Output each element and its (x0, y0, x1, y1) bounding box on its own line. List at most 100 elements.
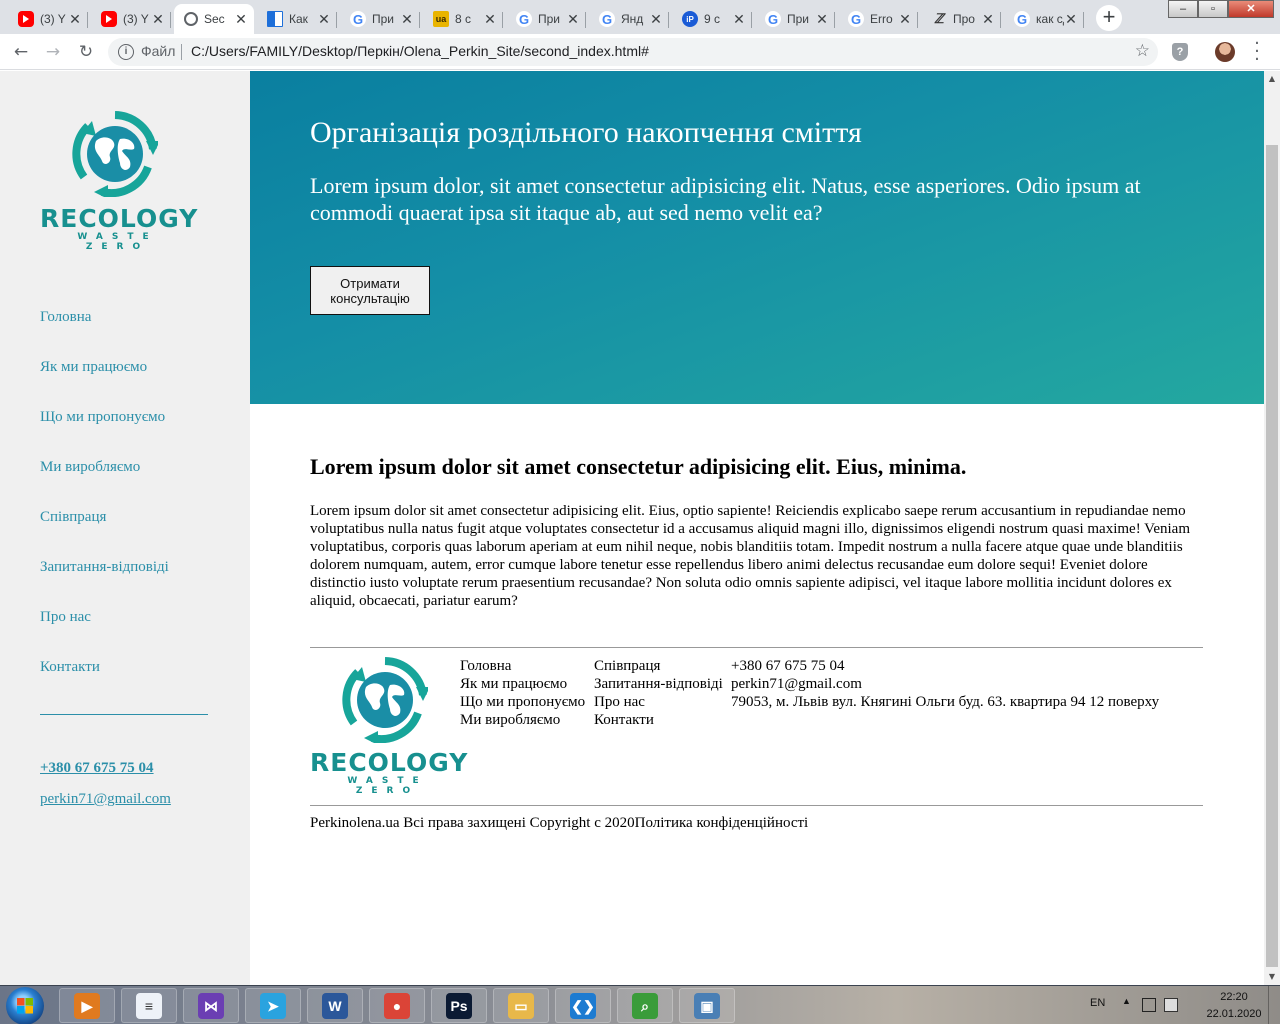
browser-tab[interactable]: ℤ Про ✕ (921, 4, 1001, 34)
footer-link-we-produce[interactable]: Ми виробляємо (460, 711, 585, 729)
taskbar-app-button[interactable]: ⋈ (183, 988, 239, 1023)
google-icon: G (516, 11, 532, 27)
back-arrow-icon[interactable]: ← (10, 41, 32, 63)
language-indicator[interactable]: EN (1090, 997, 1105, 1009)
close-tab-icon[interactable]: ✕ (68, 11, 82, 28)
sidebar-logo[interactable]: RECOLOGY WASTE ZERO (40, 111, 197, 252)
browser-tab[interactable]: (3) Y ✕ (91, 4, 171, 34)
browser-tab-strip: (3) Y ✕ (3) Y ✕ Sec ✕ Как ✕ G При ✕ ua 8 с ✕ G При ✕ G Янд… (0, 0, 1280, 34)
hero-title: Організація роздільного накопчення смітт… (310, 116, 862, 149)
browser-tab[interactable]: ua 8 с ✕ (423, 4, 503, 34)
footer-nav-column-1: Головна Як ми працюємо Що ми пропонуємо … (460, 657, 585, 729)
footer-link-contacts[interactable]: Контакти (594, 711, 723, 729)
close-tab-icon[interactable]: ✕ (815, 11, 829, 28)
browser-tab[interactable]: Sec ✕ (174, 4, 254, 34)
menu-kebab-icon[interactable]: · · · (1252, 35, 1262, 69)
footer-link-how-we-work[interactable]: Як ми працюємо (460, 675, 585, 693)
network-icon[interactable] (1164, 998, 1178, 1012)
address-bar[interactable]: i Файл C:/Users/FAMILY/Desktop/Перкін/Ol… (108, 38, 1158, 66)
close-tab-icon[interactable]: ✕ (649, 11, 663, 28)
clock-date[interactable]: 22.01.2020 (1204, 1008, 1264, 1020)
browser-tab[interactable]: G При ✕ (340, 4, 420, 34)
sidebar-item-contacts[interactable]: Контакти (40, 657, 169, 707)
page-scrollbar[interactable]: ▲ ▼ (1264, 71, 1280, 985)
display-icon[interactable] (1142, 998, 1156, 1012)
show-desktop-button[interactable] (1268, 986, 1280, 1024)
taskbar-app-button[interactable]: ▣ (679, 988, 735, 1023)
footer-email[interactable]: perkin71@gmail.com (731, 675, 1159, 693)
tab-separator (87, 12, 88, 28)
taskbar-app-button[interactable]: ≡ (121, 988, 177, 1023)
sidebar-item-we-produce[interactable]: Ми виробляємо (40, 457, 169, 507)
taskbar-app-button[interactable]: ➤ (245, 988, 301, 1023)
footer-link-faq[interactable]: Запитання-відповіді (594, 675, 723, 693)
browser-tab[interactable]: iP 9 с ✕ (672, 4, 752, 34)
close-tab-icon[interactable]: ✕ (400, 11, 414, 28)
privacy-policy-link[interactable]: Політика конфіденційності (635, 815, 809, 831)
profile-avatar[interactable] (1215, 42, 1235, 62)
footer-logo[interactable]: RECOLOGY WASTE ZERO (310, 657, 469, 796)
info-icon[interactable]: i (118, 44, 134, 60)
minimize-button[interactable]: – (1168, 0, 1198, 18)
taskbar-app-button[interactable]: ⌕ (617, 988, 673, 1023)
new-tab-button[interactable]: + (1096, 5, 1122, 31)
tab-title: Про (953, 12, 975, 26)
footer-link-home[interactable]: Головна (460, 657, 585, 675)
get-consultation-button[interactable]: Отримати консультацію (310, 266, 430, 315)
extension-icon[interactable]: ? (1172, 43, 1188, 61)
logo-brand: RECOLOGY (310, 748, 469, 777)
vscode-icon: ❮❯ (570, 992, 596, 1019)
footer-link-cooperation[interactable]: Співпраця (594, 657, 723, 675)
sidebar-email-link[interactable]: perkin71@gmail.com (40, 791, 171, 808)
forward-arrow-icon[interactable]: → (42, 41, 64, 63)
close-tab-icon[interactable]: ✕ (898, 11, 912, 28)
close-tab-icon[interactable]: ✕ (1064, 11, 1078, 28)
taskbar-app-button[interactable]: ❮❯ (555, 988, 611, 1023)
close-tab-icon[interactable]: ✕ (317, 11, 331, 28)
browser-tab[interactable]: Gкак сде✕ (1004, 4, 1084, 34)
maximize-button[interactable]: ▫ (1198, 0, 1228, 18)
close-tab-icon[interactable]: ✕ (151, 11, 165, 28)
bookmark-star-icon[interactable]: ☆ (1135, 41, 1150, 61)
file-explorer-icon: ▭ (508, 992, 534, 1019)
taskbar-app-button[interactable]: ▭ (493, 988, 549, 1023)
sidebar-item-how-we-work[interactable]: Як ми працюємо (40, 357, 169, 407)
tray-expand-icon[interactable]: ▲ (1122, 996, 1131, 1006)
clock-time[interactable]: 22:20 (1214, 991, 1254, 1003)
close-tab-icon[interactable]: ✕ (566, 11, 580, 28)
taskbar-app-button[interactable]: Ps (431, 988, 487, 1023)
sidebar-item-what-we-offer[interactable]: Що ми пропонуємо (40, 407, 169, 457)
start-button[interactable] (6, 987, 44, 1024)
sidebar-phone-link[interactable]: +380 67 675 75 04 (40, 760, 154, 777)
browser-tab[interactable]: G Erro ✕ (838, 4, 918, 34)
scroll-down-icon[interactable]: ▼ (1264, 969, 1280, 985)
browser-tab[interactable]: (3) Y ✕ (8, 4, 88, 34)
footer-phone[interactable]: +380 67 675 75 04 (731, 657, 1159, 675)
sidebar-item-faq[interactable]: Запитання-відповіді (40, 557, 169, 607)
browser-toolbar: ← → ↻ i Файл C:/Users/FAMILY/Desktop/Пер… (0, 34, 1280, 70)
taskbar-app-button[interactable]: W (307, 988, 363, 1023)
taskbar-app-button[interactable]: ▶ (59, 988, 115, 1023)
footer-link-what-we-offer[interactable]: Що ми пропонуємо (460, 693, 585, 711)
hero-text: Lorem ipsum dolor, sit amet consectetur … (310, 173, 1141, 225)
close-window-button[interactable]: ✕ (1228, 0, 1274, 18)
close-tab-icon[interactable]: ✕ (483, 11, 497, 28)
browser-tab[interactable]: G При ✕ (755, 4, 835, 34)
close-tab-icon[interactable]: ✕ (981, 11, 995, 28)
ip-icon: iP (682, 11, 698, 27)
scroll-up-icon[interactable]: ▲ (1264, 71, 1280, 87)
browser-tab[interactable]: G Янд ✕ (589, 4, 669, 34)
reload-icon[interactable]: ↻ (75, 41, 97, 63)
sidebar-item-home[interactable]: Головна (40, 307, 169, 357)
close-tab-icon[interactable]: ✕ (732, 11, 746, 28)
footer-link-about[interactable]: Про нас (594, 693, 723, 711)
url-text[interactable]: C:/Users/FAMILY/Desktop/Перкін/Olena_Per… (191, 43, 649, 59)
browser-tab[interactable]: Как ✕ (257, 4, 337, 34)
sidebar-item-about[interactable]: Про нас (40, 607, 169, 657)
browser-tab[interactable]: G При ✕ (506, 4, 586, 34)
taskbar-app-button[interactable]: ● (369, 988, 425, 1023)
sidebar-item-cooperation[interactable]: Співпраця (40, 507, 169, 557)
sidebar-divider (40, 714, 208, 715)
scrollbar-thumb[interactable] (1266, 145, 1278, 967)
close-tab-icon[interactable]: ✕ (234, 11, 248, 28)
